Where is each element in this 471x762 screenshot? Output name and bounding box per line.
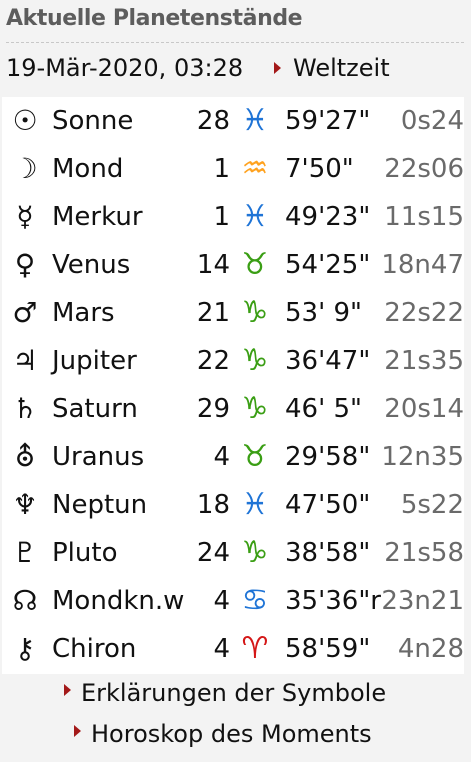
venus-icon: ♀ (14, 248, 36, 281)
planet-minutes: 53' 9" (285, 298, 362, 328)
pluto-icon: ♇ (12, 536, 38, 569)
planet-row: ♄ Saturn 29 ♑ 46' 5" 20s14 (2, 385, 464, 433)
planet-speed: 11s15 (384, 202, 464, 232)
planet-speed: 4n28 (397, 634, 464, 664)
panel-title: Aktuelle Planetenstände (6, 6, 303, 31)
planet-row: ☿ Merkur 1 ♓ 49'23" 11s15 (2, 193, 464, 241)
planet-speed: 0s24 (400, 106, 464, 136)
planet-minutes: 58'59" (285, 634, 371, 664)
planet-row: ⛢ Uranus 4 ♉ 29'58" 12n35 (2, 433, 464, 481)
pisces-icon: ♓ (241, 487, 269, 522)
planet-degree: 28 (196, 106, 230, 136)
planet-name: Mond (52, 154, 124, 184)
planet-degree: 4 (213, 586, 230, 616)
neptune-icon: ♆ (12, 488, 38, 521)
planet-minutes: 59'27" (285, 106, 371, 136)
saturn-icon: ♄ (12, 392, 38, 425)
planet-positions-panel: Aktuelle Planetenstände 19-Mär-2020, 03:… (0, 0, 471, 762)
planet-speed: 23n21 (381, 586, 464, 616)
planet-degree: 22 (196, 346, 230, 376)
taurus-icon: ♉ (241, 439, 269, 474)
planet-minutes: 47'50" (285, 490, 371, 520)
planet-degree: 4 (213, 442, 230, 472)
aquarius-icon: ♒ (241, 151, 269, 186)
planet-speed: 21s58 (384, 538, 464, 568)
datetime-row: 19-Mär-2020, 03:28 Weltzeit (6, 52, 464, 90)
uranus-icon: ⛢ (14, 440, 36, 473)
weltzeit-link[interactable]: Weltzeit (293, 54, 390, 82)
north-node-icon: ☊ (12, 584, 38, 617)
planet-degree: 14 (196, 250, 230, 280)
planet-name: Pluto (52, 538, 118, 568)
planet-degree: 24 (196, 538, 230, 568)
pisces-icon: ♓ (241, 199, 269, 234)
planet-speed: 22s06 (384, 154, 464, 184)
planet-row: ⚷ Chiron 4 ♈ 58'59" 4n28 (2, 625, 464, 673)
planet-name: Merkur (52, 202, 143, 232)
planet-minutes: 7'50" (285, 154, 354, 184)
datetime-value: 19-Mär-2020, 03:28 (6, 54, 244, 82)
planet-row: ♃ Jupiter 22 ♑ 36'47" 21s35 (2, 337, 464, 385)
capricorn-icon: ♑ (241, 295, 269, 330)
planet-name: Saturn (52, 394, 138, 424)
planet-row: ♀ Venus 14 ♉ 54'25" 18n47 (2, 241, 464, 289)
planet-row: ☊ Mondkn.w 4 ♋ 35'36"r 23n21 (2, 577, 464, 625)
planet-table: ☉ Sonne 28 ♓ 59'27" 0s24 ☽ Mond 1 ♒ 7'50" 22s06 ☿ Mer… (2, 97, 464, 674)
symbols-explanation-link[interactable]: Erklärungen der Symbole (64, 679, 424, 717)
planet-degree: 4 (213, 634, 230, 664)
pisces-icon: ♓ (241, 103, 269, 138)
capricorn-icon: ♑ (241, 343, 269, 378)
arrow-right-icon (274, 62, 281, 74)
planet-minutes: 54'25" (285, 250, 371, 280)
planet-degree: 21 (196, 298, 230, 328)
planet-speed: 18n47 (381, 250, 464, 280)
planet-row: ☽ Mond 1 ♒ 7'50" 22s06 (2, 145, 464, 193)
planet-name: Mondkn.w (52, 586, 185, 616)
planet-speed: 21s35 (384, 346, 464, 376)
moment-horoscope-label[interactable]: Horoskop des Moments (91, 720, 372, 748)
planet-speed: 20s14 (384, 394, 464, 424)
planet-minutes: 36'47" (285, 346, 371, 376)
planet-minutes: 29'58" (285, 442, 371, 472)
planet-row: ♆ Neptun 18 ♓ 47'50" 5s22 (2, 481, 464, 529)
planet-speed: 12n35 (381, 442, 464, 472)
arrow-right-icon (74, 725, 81, 737)
taurus-icon: ♉ (241, 247, 269, 282)
planet-row: ♇ Pluto 24 ♑ 38'58" 21s58 (2, 529, 464, 577)
planet-name: Mars (52, 298, 115, 328)
panel-header: Aktuelle Planetenstände (6, 4, 464, 43)
planet-degree: 1 (213, 202, 230, 232)
planet-minutes: 38'58" (285, 538, 371, 568)
planet-name: Jupiter (52, 346, 137, 376)
capricorn-icon: ♑ (241, 391, 269, 426)
planet-speed: 22s22 (384, 298, 464, 328)
capricorn-icon: ♑ (241, 535, 269, 570)
planet-name: Neptun (52, 490, 148, 520)
cancer-icon: ♋ (241, 583, 269, 618)
moon-icon: ☽ (12, 152, 38, 185)
planet-degree: 29 (196, 394, 230, 424)
planet-degree: 1 (213, 154, 230, 184)
moment-horoscope-link[interactable]: Horoskop des Moments (74, 720, 414, 758)
planet-minutes: 49'23" (285, 202, 371, 232)
planet-name: Uranus (52, 442, 145, 472)
arrow-right-icon (64, 684, 71, 696)
chiron-icon: ⚷ (14, 632, 36, 665)
mercury-icon: ☿ (16, 200, 34, 233)
planet-row: ♂ Mars 21 ♑ 53' 9" 22s22 (2, 289, 464, 337)
planet-name: Sonne (52, 106, 134, 136)
planet-minutes: 35'36"r (285, 586, 381, 616)
planet-speed: 5s22 (400, 490, 464, 520)
planet-name: Chiron (52, 634, 137, 664)
sun-icon: ☉ (12, 104, 38, 137)
symbols-explanation-label[interactable]: Erklärungen der Symbole (81, 679, 386, 707)
jupiter-icon: ♃ (12, 344, 38, 377)
planet-row: ☉ Sonne 28 ♓ 59'27" 0s24 (2, 97, 464, 145)
planet-minutes: 46' 5" (285, 394, 362, 424)
aries-icon: ♈ (241, 631, 269, 666)
mars-icon: ♂ (12, 296, 38, 329)
planet-name: Venus (52, 250, 131, 280)
planet-degree: 18 (196, 490, 230, 520)
